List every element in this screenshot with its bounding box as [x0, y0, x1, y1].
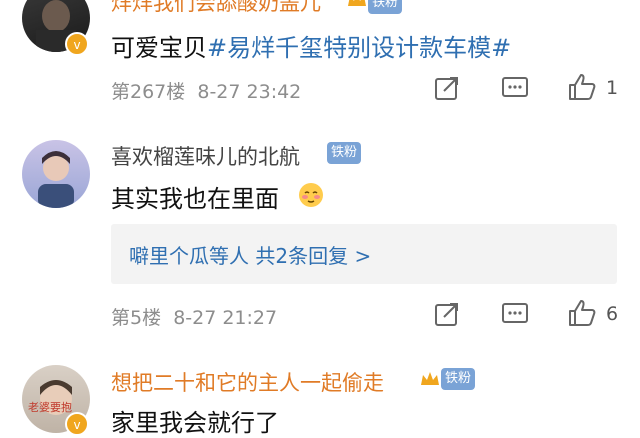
like-icon[interactable]	[567, 72, 597, 102]
svg-text:v: v	[73, 418, 80, 432]
share-icon[interactable]	[433, 300, 461, 328]
username[interactable]: 喜欢榴莲味儿的北航	[111, 141, 300, 171]
crown-icon	[421, 372, 439, 385]
comment-body: 其实我也在里面	[111, 185, 279, 213]
avatar-caption: 老婆要抱	[28, 401, 72, 414]
comment-body: 可爱宝贝	[111, 34, 207, 62]
comment-icon[interactable]	[500, 74, 530, 102]
comment-icon[interactable]	[500, 300, 530, 328]
avatar-image	[38, 151, 74, 208]
verified-badge-icon: v	[65, 412, 89, 436]
username[interactable]: 烊烊我们会舔酸奶盖儿	[111, 0, 321, 17]
hashtag-link[interactable]: #易烊千玺特别设计款车模#	[207, 34, 511, 62]
comment-meta: 第5楼 8-27 21:27	[111, 303, 277, 330]
comment-meta: 第267楼 8-27 23:42	[111, 77, 301, 104]
svg-text:v: v	[73, 38, 80, 52]
like-count: 6	[606, 303, 619, 325]
crown-icon	[348, 0, 366, 6]
share-icon[interactable]	[433, 74, 461, 102]
comment-text: 可爱宝贝#易烊千玺特别设计款车模#	[111, 28, 511, 63]
like-icon[interactable]	[567, 298, 597, 328]
avatar[interactable]	[22, 140, 90, 208]
fan-badge: 铁粉	[327, 142, 362, 164]
shy-emoji-icon	[299, 183, 323, 207]
like-count: 1	[606, 77, 619, 99]
timestamp: 8-27 23:42	[197, 81, 302, 103]
fan-badge: 铁粉	[441, 368, 476, 390]
comment-text: 其实我也在里面	[111, 179, 279, 214]
floor-number: 第5楼	[111, 307, 162, 329]
replies-summary[interactable]: 噼里个瓜等人 共2条回复 >	[129, 240, 371, 269]
timestamp: 8-27 21:27	[173, 307, 278, 329]
fan-badge: 铁粉	[368, 0, 403, 14]
replies-preview[interactable]: 噼里个瓜等人 共2条回复 >	[111, 224, 617, 284]
verified-badge-icon: v	[65, 32, 89, 56]
username[interactable]: 想把二十和它的主人一起偷走	[111, 367, 384, 397]
floor-number: 第267楼	[111, 81, 186, 103]
